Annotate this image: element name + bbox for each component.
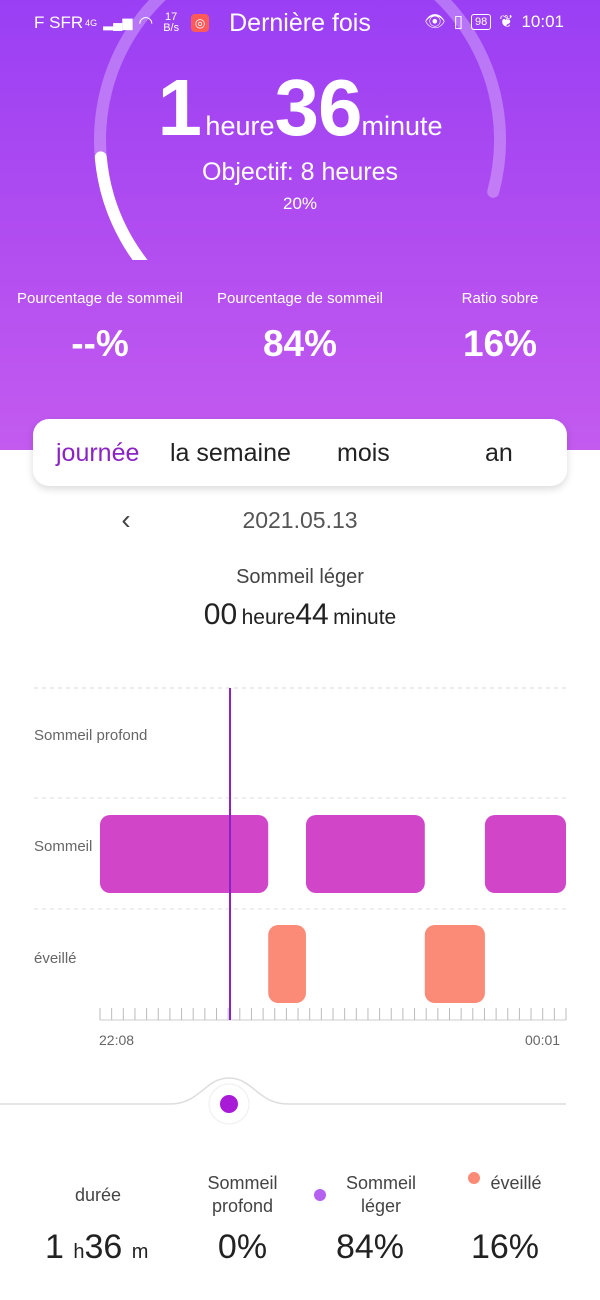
y-label-deep-sleep: Sommeil profond <box>34 727 148 744</box>
legend-light-sleep-label: Sommeil léger <box>345 1173 416 1216</box>
legend-awake-value: 16% <box>470 1228 540 1266</box>
legend-awake-label: éveillé <box>490 1173 542 1193</box>
sleep-segment <box>305 815 425 893</box>
legend-deep-sleep-head: Sommeil profond <box>190 1170 295 1220</box>
legend-duration: durée 1 h36 m <box>20 1170 180 1267</box>
legend-duration-label: durée <box>75 1184 122 1205</box>
y-label-sleep: Sommeil <box>34 838 93 855</box>
legend-light-sleep-head: Sommeil léger <box>295 1170 445 1220</box>
legend-dot-light <box>314 1189 326 1201</box>
timeline-slider-track <box>0 1077 566 1125</box>
sleep-segment <box>100 815 269 893</box>
legend-awake-head: éveillé <box>445 1170 565 1220</box>
legend-dot-awake <box>468 1172 481 1184</box>
legend-duration-minutes-unit: m <box>131 1241 149 1263</box>
legend-duration-value: 1 h36 m <box>20 1228 180 1267</box>
x-label-end: 00:01 <box>525 1032 561 1048</box>
awake-segment <box>424 925 485 1003</box>
legend-deep-sleep-value: 0% <box>217 1228 268 1266</box>
legend-deep-sleep: Sommeil profond 0% <box>190 1170 295 1267</box>
legend-duration-hours-unit: h <box>73 1241 85 1263</box>
legend-duration-minutes: 36 <box>84 1228 123 1266</box>
legend-duration-hours: 1 <box>45 1228 64 1266</box>
x-label-start: 22:08 <box>99 1032 135 1048</box>
y-label-awake: éveillé <box>34 950 77 967</box>
sleep-segment <box>484 815 566 893</box>
legend-light-sleep: Sommeil léger 84% <box>295 1170 445 1267</box>
legend-deep-sleep-label: Sommeil profond <box>207 1173 278 1216</box>
awake-segment <box>268 925 306 1003</box>
legend-light-sleep-value: 84% <box>335 1228 405 1266</box>
timeline-slider-handle[interactable] <box>220 1095 238 1113</box>
legend-duration-head: durée <box>20 1170 180 1220</box>
legend-awake: éveillé 16% <box>445 1170 565 1267</box>
